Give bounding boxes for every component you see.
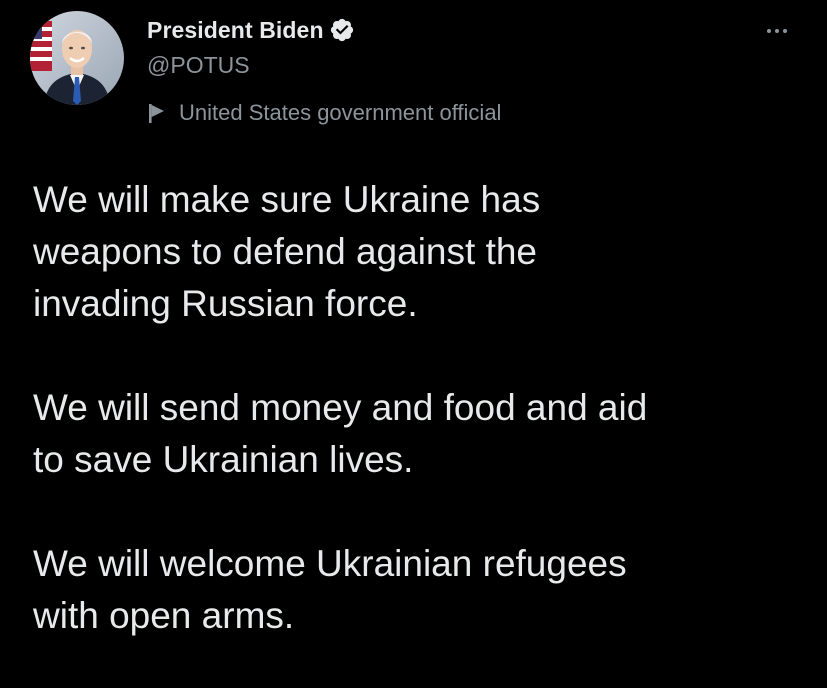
tweet-line: We will send money and food and aid xyxy=(33,387,648,428)
tweet-line: We will welcome Ukrainian refugees xyxy=(33,543,627,584)
avatar-image xyxy=(30,11,124,105)
tweet-text: We will make sure Ukraine has weapons to… xyxy=(33,174,813,642)
avatar[interactable] xyxy=(30,11,124,105)
author-name-row: President Biden xyxy=(147,14,355,46)
author-display-name[interactable]: President Biden xyxy=(147,17,324,44)
author-handle[interactable]: @POTUS xyxy=(147,52,250,79)
government-label[interactable]: United States government official xyxy=(147,97,501,129)
tweet-line: We will make sure Ukraine has xyxy=(33,179,541,220)
tweet-paragraph: We will make sure Ukraine has weapons to… xyxy=(33,174,813,330)
tweet-line: to save Ukrainian lives. xyxy=(33,439,414,480)
tweet-paragraph: We will welcome Ukrainian refugees with … xyxy=(33,538,813,642)
tweet-paragraph: We will send money and food and aid to s… xyxy=(33,382,813,486)
tweet: President Biden @POTUS United States gov… xyxy=(0,0,827,688)
government-label-text: United States government official xyxy=(179,100,502,125)
tweet-line: with open arms. xyxy=(33,595,295,636)
tweet-line: weapons to defend against the xyxy=(33,231,537,272)
flag-icon xyxy=(147,102,167,124)
more-options-icon[interactable] xyxy=(757,14,797,48)
tweet-line: invading Russian force. xyxy=(33,283,418,324)
verified-badge-icon xyxy=(329,17,355,43)
